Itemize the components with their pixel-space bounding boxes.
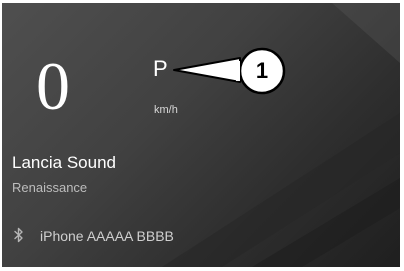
media-source-title: Lancia Sound: [12, 153, 116, 172]
bluetooth-icon: [14, 227, 23, 243]
media-track-subtitle: Renaissance: [12, 180, 88, 195]
cluster-display: 0 P km/h 1 Lancia Sound Renaissance iPho…: [2, 3, 400, 267]
phone-device-name: iPhone AAAAA BBBB: [40, 228, 174, 244]
callout-number: 1: [255, 58, 269, 83]
